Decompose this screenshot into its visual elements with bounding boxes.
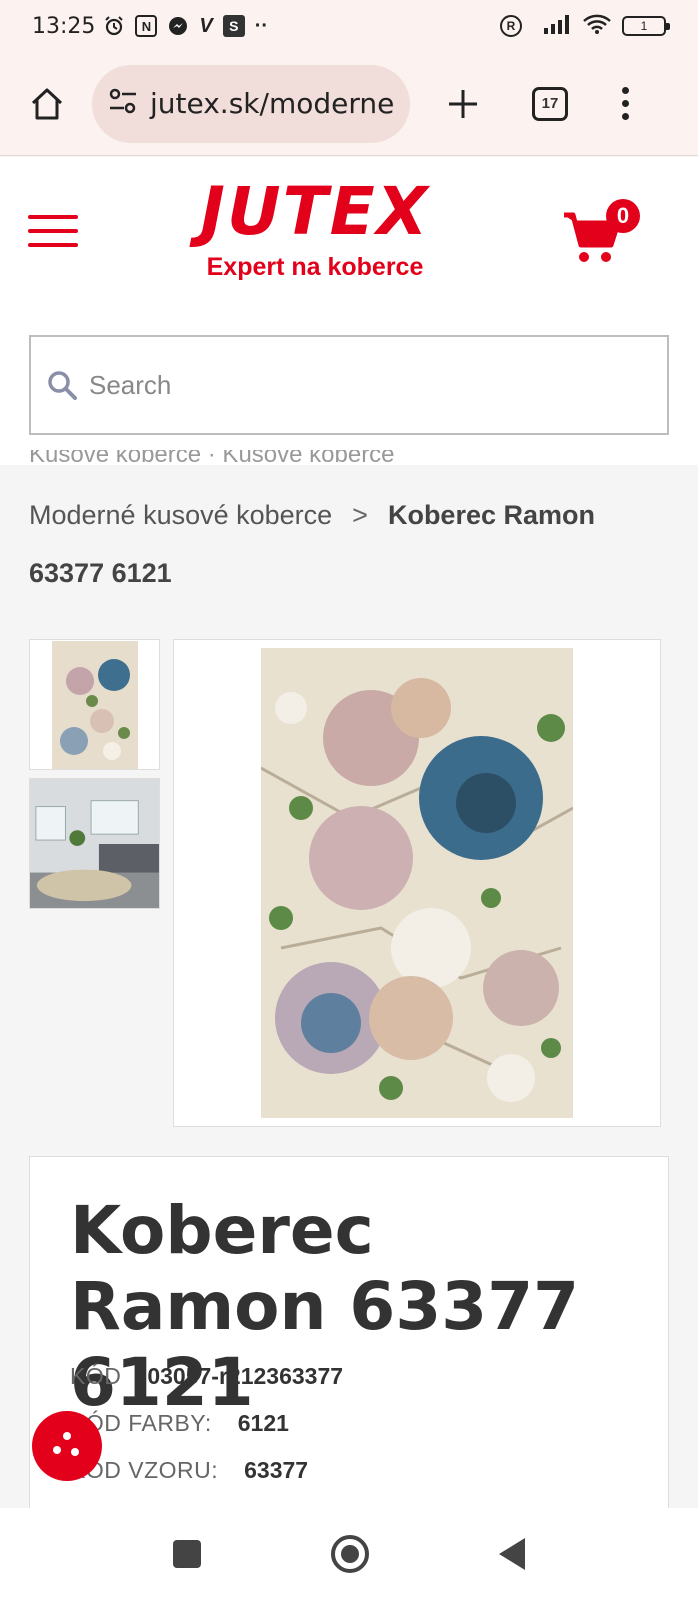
spec-value: 03057-r212363377 <box>147 1363 344 1389</box>
plus-icon <box>449 89 477 118</box>
recents-button[interactable] <box>173 1540 201 1568</box>
breadcrumb-separator: > <box>352 500 368 530</box>
alarm-icon <box>103 15 125 37</box>
browser-toolbar: jutex.sk/moderne 17 <box>0 52 698 156</box>
spec-color-code: KÓD FARBY: 6121 <box>70 1410 289 1437</box>
search-input[interactable] <box>89 369 609 401</box>
breadcrumb-parent-link[interactable]: Moderné kusové koberce <box>29 500 332 530</box>
signal-icon <box>542 14 572 39</box>
site-settings-icon[interactable] <box>108 87 138 120</box>
cart-count-badge: 0 <box>606 199 640 233</box>
spec-value: 63377 <box>244 1457 309 1483</box>
search-box[interactable] <box>29 335 669 435</box>
thumbnail-rug[interactable] <box>29 639 160 770</box>
rug-image <box>261 648 573 1118</box>
cart-button[interactable]: 0 <box>562 199 640 269</box>
status-bar: 13:25 N V S ·· R 1 <box>0 0 698 52</box>
battery-icon: 1 <box>622 16 670 36</box>
logo-tagline: Expert na koberce <box>206 253 424 281</box>
spec-label: KÓD <box>70 1363 122 1389</box>
registered-icon: R <box>500 15 522 37</box>
messenger-icon <box>167 15 189 37</box>
thumbnail-room[interactable] <box>29 778 160 909</box>
tab-switcher-button[interactable]: 17 <box>532 86 568 121</box>
url-text: jutex.sk/moderne <box>150 87 395 120</box>
status-time: 13:25 <box>32 13 96 39</box>
home-button[interactable] <box>22 79 72 129</box>
url-bar[interactable]: jutex.sk/moderne <box>92 64 410 143</box>
site-header: JUTEX Expert na koberce 0 <box>0 157 698 465</box>
s-app-icon: S <box>222 15 245 37</box>
nfc-icon: N <box>135 15 158 37</box>
jutex-logo[interactable]: JUTEX Expert na koberce <box>190 177 440 282</box>
cookie-settings-button[interactable] <box>32 1411 102 1481</box>
logo-text: JUTEX <box>200 173 430 250</box>
browser-menu-button[interactable] <box>622 87 629 120</box>
product-main-image[interactable] <box>173 639 661 1127</box>
product-info-card: Koberec Ramon 63377 6121 KÓD 03057-r2123… <box>29 1156 669 1516</box>
new-tab-button[interactable] <box>438 79 488 129</box>
spec-pattern-code: KÓD VZORU: 63377 <box>70 1457 308 1484</box>
home-icon <box>31 88 63 119</box>
cookie-icon <box>53 1432 79 1456</box>
hamburger-menu-icon[interactable] <box>28 215 78 247</box>
more-dots-icon: ·· <box>254 14 269 37</box>
spec-code: KÓD 03057-r212363377 <box>70 1363 343 1390</box>
wifi-icon <box>582 13 612 40</box>
home-nav-button[interactable] <box>331 1535 369 1573</box>
android-nav-bar <box>0 1508 698 1600</box>
breadcrumb: Moderné kusové koberce > Koberec Ramon 633… <box>29 486 669 602</box>
v-app-icon: V <box>199 14 213 37</box>
search-icon <box>48 371 77 400</box>
breadcrumb-clipped: Kusové koberce · Kusové koberce <box>29 450 395 464</box>
back-button[interactable] <box>499 1538 525 1570</box>
spec-value: 6121 <box>237 1410 289 1436</box>
